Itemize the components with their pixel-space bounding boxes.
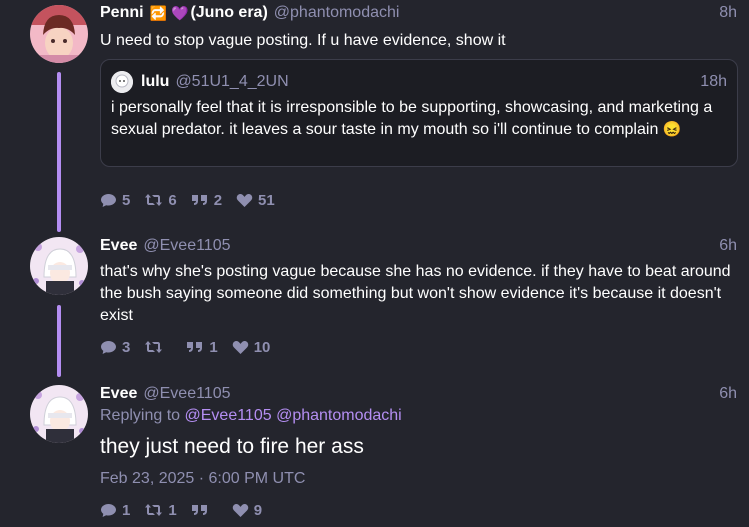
post-text: they just need to fire her ass bbox=[100, 435, 364, 458]
post[interactable]: Penni 🔁 💜 (Juno era) @phantomodachi 8h U… bbox=[0, 0, 749, 225]
mention-link[interactable]: @Evee1105 bbox=[185, 407, 272, 424]
quoted-avatar-image bbox=[111, 71, 133, 93]
like-count: 10 bbox=[253, 338, 271, 356]
post-text: that's why she's posting vague because s… bbox=[100, 263, 731, 324]
replying-to: Replying to @Evee1105 @phantomodachi bbox=[100, 407, 402, 427]
reply-button[interactable]: 1 bbox=[100, 502, 130, 519]
repost-button[interactable] bbox=[144, 340, 168, 354]
like-count: 51 bbox=[258, 191, 275, 209]
post[interactable]: Evee @Evee1105 6h that's why she's posti… bbox=[0, 232, 749, 372]
like-count: 9 bbox=[253, 501, 263, 519]
username[interactable]: @Evee1105 bbox=[143, 385, 230, 403]
comment-icon bbox=[101, 503, 116, 517]
heart-icon bbox=[232, 340, 248, 354]
timestamp[interactable]: 8h bbox=[719, 4, 737, 22]
like-button[interactable]: 9 bbox=[232, 502, 262, 519]
like-button[interactable]: 10 bbox=[232, 338, 271, 356]
username[interactable]: @Evee1105 bbox=[143, 237, 230, 255]
reply-count: 1 bbox=[122, 501, 131, 519]
repost-count: 6 bbox=[168, 191, 177, 209]
quoted-post[interactable]: lulu @51U1_4_2UN 18h i personally feel t… bbox=[100, 59, 738, 167]
post-date[interactable]: Feb 23, 2025 · 6:00 PM UTC bbox=[100, 470, 305, 488]
display-name[interactable]: Evee bbox=[100, 237, 137, 255]
quote-icon bbox=[191, 505, 207, 515]
repost-icon bbox=[145, 504, 163, 516]
avatar-image bbox=[30, 5, 88, 63]
comment-icon bbox=[101, 193, 116, 207]
username[interactable]: @phantomodachi bbox=[274, 4, 400, 22]
post-header: Penni 🔁 💜 (Juno era) @phantomodachi 8h bbox=[100, 3, 737, 23]
heart-icon bbox=[232, 503, 248, 517]
post-text: U need to stop vague posting. If u have … bbox=[100, 32, 506, 49]
quote-button[interactable]: 1 bbox=[186, 338, 218, 356]
reply-button[interactable]: 5 bbox=[100, 192, 130, 209]
focused-post[interactable]: Evee @Evee1105 6h Replying to @Evee1105 … bbox=[0, 380, 749, 527]
replying-to-label: Replying to bbox=[100, 407, 181, 424]
post-actions: 3 1 10 bbox=[100, 337, 284, 357]
quoted-username[interactable]: @51U1_4_2UN bbox=[175, 73, 288, 91]
avatar-image bbox=[30, 237, 88, 295]
comment-icon bbox=[101, 340, 116, 354]
repost-count: 1 bbox=[168, 501, 177, 519]
display-name[interactable]: Evee bbox=[100, 385, 137, 403]
timestamp[interactable]: 6h bbox=[719, 237, 737, 255]
confounded-emoji-icon: 😖 bbox=[662, 121, 682, 138]
quoted-avatar[interactable] bbox=[111, 71, 133, 93]
repost-icon bbox=[145, 194, 163, 206]
quoted-post-body: i personally feel that it is irresponsib… bbox=[111, 99, 713, 138]
quote-count: 1 bbox=[209, 338, 218, 356]
quote-count: 2 bbox=[213, 191, 223, 209]
post-header: Evee @Evee1105 6h bbox=[100, 384, 737, 404]
quoted-timestamp[interactable]: 18h bbox=[700, 73, 727, 91]
repost-icon bbox=[145, 341, 163, 353]
reply-button[interactable]: 3 bbox=[100, 339, 130, 356]
avatar[interactable] bbox=[30, 385, 88, 443]
post-actions: 5 6 2 51 bbox=[100, 190, 289, 210]
repeat-emoji-icon: 🔁 bbox=[149, 4, 167, 21]
repost-button[interactable]: 6 bbox=[144, 191, 177, 209]
quoted-display-name[interactable]: lulu bbox=[141, 73, 169, 91]
avatar[interactable] bbox=[30, 237, 88, 295]
quote-button[interactable]: 2 bbox=[191, 192, 222, 209]
repost-button[interactable]: 1 bbox=[144, 501, 177, 519]
quote-button[interactable] bbox=[191, 503, 214, 517]
reply-count: 5 bbox=[122, 191, 131, 209]
post-header: Evee @Evee1105 6h bbox=[100, 236, 737, 256]
quote-icon bbox=[191, 195, 207, 205]
heart-icon bbox=[236, 193, 253, 207]
avatar[interactable] bbox=[30, 5, 88, 63]
purple-heart-emoji-icon: 💜 bbox=[171, 4, 189, 21]
quoted-post-text: i personally feel that it is irresponsib… bbox=[111, 97, 725, 141]
display-name[interactable]: Penni bbox=[100, 4, 144, 22]
avatar-image bbox=[30, 385, 88, 443]
quote-icon bbox=[187, 342, 203, 352]
like-button[interactable]: 51 bbox=[236, 192, 275, 209]
quoted-post-header: lulu @51U1_4_2UN 18h bbox=[111, 71, 727, 93]
display-name-suffix: (Juno era) bbox=[190, 4, 268, 21]
timestamp[interactable]: 6h bbox=[719, 385, 737, 403]
post-actions: 1 1 9 bbox=[100, 500, 276, 520]
reply-count: 3 bbox=[122, 338, 131, 356]
mention-link[interactable]: @phantomodachi bbox=[276, 407, 402, 424]
